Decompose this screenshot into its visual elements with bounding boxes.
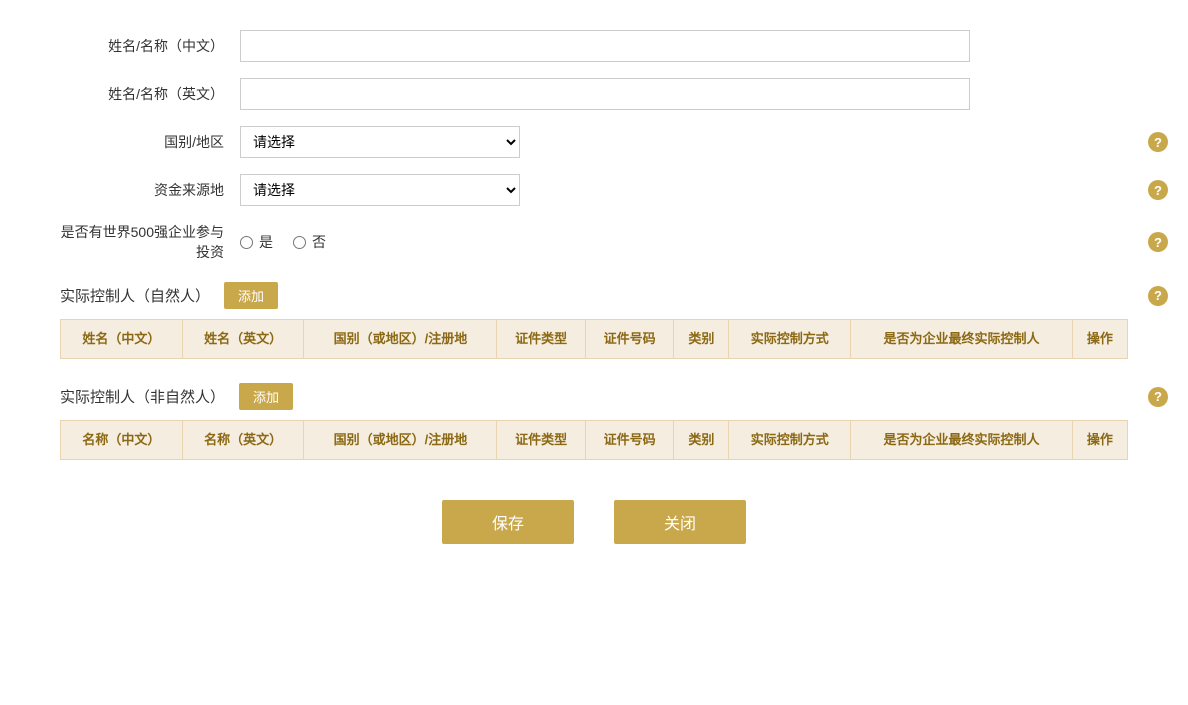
section1-col-name-en: 姓名（英文）	[182, 320, 304, 359]
section2-col-is-final: 是否为企业最终实际控制人	[851, 421, 1073, 460]
section1-col-control-method: 实际控制方式	[729, 320, 851, 359]
section2-col-country: 国别（或地区）/注册地	[304, 421, 497, 460]
section2-col-category: 类别	[674, 421, 729, 460]
section2-help-icon[interactable]: ?	[1148, 387, 1168, 407]
fortune500-help-icon[interactable]: ?	[1148, 232, 1168, 252]
name-cn-label: 姓名/名称（中文）	[60, 36, 240, 56]
fortune500-yes-label[interactable]: 是	[240, 232, 273, 252]
section2-col-operation: 操作	[1072, 421, 1127, 460]
name-en-input[interactable]	[240, 78, 970, 110]
fortune500-yes-text: 是	[259, 232, 273, 252]
section1-add-button[interactable]: 添加	[224, 282, 278, 309]
fortune500-yes-radio[interactable]	[240, 236, 253, 249]
fortune500-no-label[interactable]: 否	[293, 232, 326, 252]
fortune500-no-text: 否	[312, 232, 326, 252]
section1-col-name-cn: 姓名（中文）	[61, 320, 183, 359]
country-label: 国别/地区	[60, 132, 240, 152]
fund-source-select[interactable]: 请选择	[240, 174, 520, 206]
section2-table: 名称（中文） 名称（英文） 国别（或地区）/注册地 证件类型 证件号码 类别 实…	[60, 420, 1128, 460]
section1-col-operation: 操作	[1072, 320, 1127, 359]
name-en-label: 姓名/名称（英文）	[60, 84, 240, 104]
section1-title: 实际控制人（自然人）	[60, 285, 210, 306]
footer-buttons: 保存 关闭	[60, 500, 1128, 544]
fortune500-radio-group: 是 否	[240, 232, 326, 252]
save-button[interactable]: 保存	[442, 500, 574, 544]
section1-col-is-final: 是否为企业最终实际控制人	[851, 320, 1073, 359]
section1-table: 姓名（中文） 姓名（英文） 国别（或地区）/注册地 证件类型 证件号码 类别 实…	[60, 319, 1128, 359]
name-cn-input[interactable]	[240, 30, 970, 62]
country-help-icon[interactable]: ?	[1148, 132, 1168, 152]
fund-source-help-icon[interactable]: ?	[1148, 180, 1168, 200]
close-button[interactable]: 关闭	[614, 500, 746, 544]
section2-col-control-method: 实际控制方式	[729, 421, 851, 460]
section2-col-cert-type: 证件类型	[497, 421, 585, 460]
section2-title: 实际控制人（非自然人）	[60, 386, 225, 407]
section2-add-button[interactable]: 添加	[239, 383, 293, 410]
section1-col-country: 国别（或地区）/注册地	[304, 320, 497, 359]
fund-source-label: 资金来源地	[60, 180, 240, 200]
section2-col-cert-no: 证件号码	[585, 421, 673, 460]
section1-col-cert-type: 证件类型	[497, 320, 585, 359]
section2-col-name-en: 名称（英文）	[182, 421, 304, 460]
section1-col-cert-no: 证件号码	[585, 320, 673, 359]
fortune500-no-radio[interactable]	[293, 236, 306, 249]
country-select[interactable]: 请选择	[240, 126, 520, 158]
section1-col-category: 类别	[674, 320, 729, 359]
section1-help-icon[interactable]: ?	[1148, 286, 1168, 306]
section2-col-name-cn: 名称（中文）	[61, 421, 183, 460]
fortune500-label: 是否有世界500强企业参与投资	[60, 222, 240, 262]
